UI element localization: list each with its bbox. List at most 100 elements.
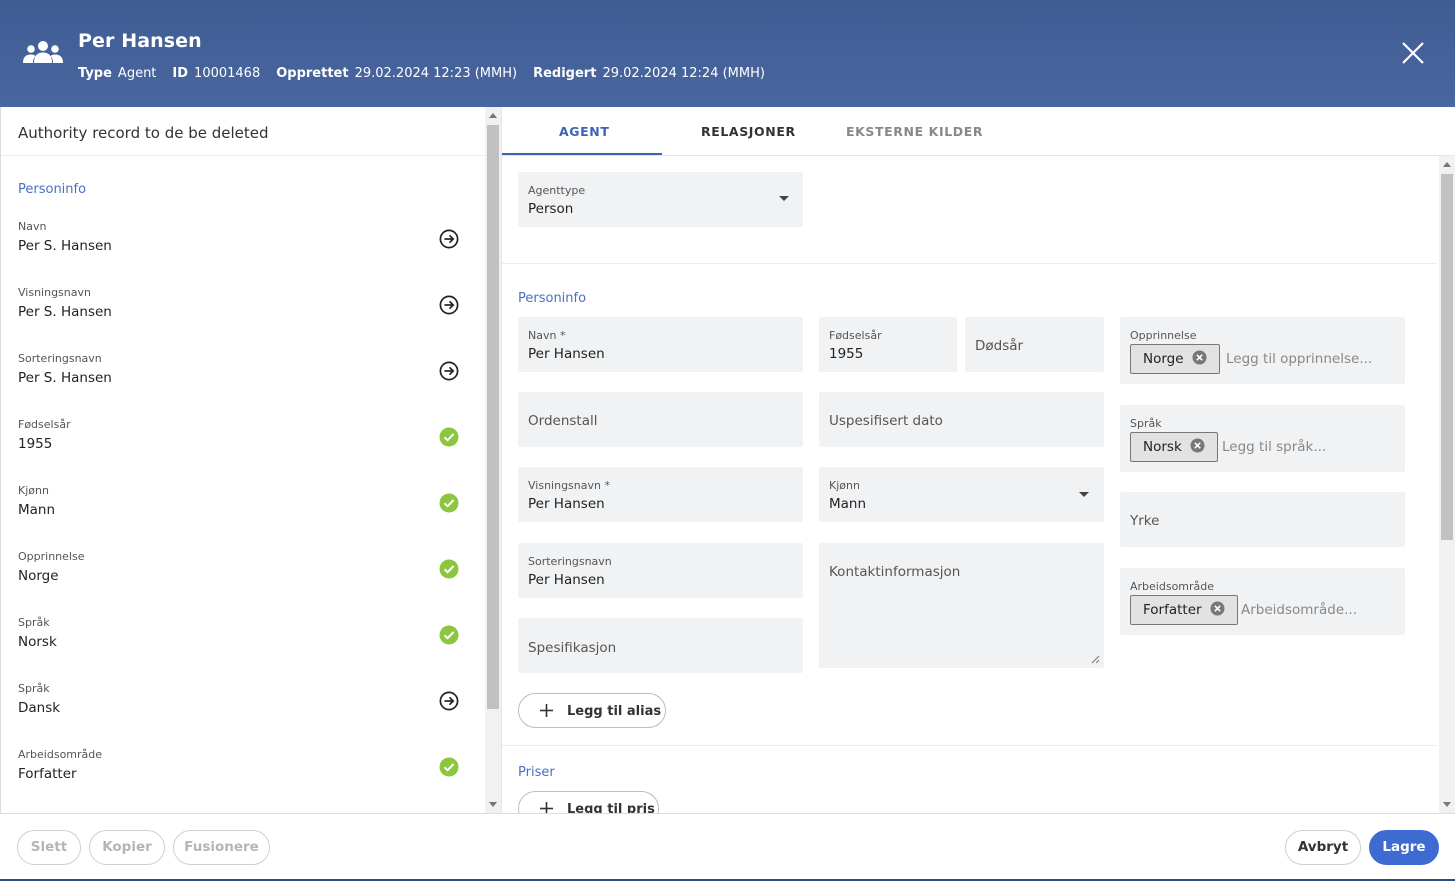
- unspecified-date-field[interactable]: Uspesifisert dato: [819, 392, 1104, 447]
- created-value: 29.02.2024 12:23 (MMH): [354, 66, 518, 81]
- remove-chip-icon[interactable]: [1210, 601, 1225, 616]
- gender-label: Kjønn: [829, 479, 860, 492]
- list-item: Kjønn Mann: [18, 484, 468, 534]
- scroll-up-arrow-icon[interactable]: [1443, 162, 1451, 167]
- delete-button[interactable]: Slett: [17, 830, 81, 865]
- specification-field[interactable]: Spesifikasjon: [518, 618, 803, 673]
- dialog-header: Per Hansen Type Agent ID 10001468 Opprettet 2…: [0, 0, 1455, 107]
- save-button[interactable]: Lagre: [1369, 830, 1439, 865]
- origin-field[interactable]: Opprinnelse Norge Legg til opprinnelse..…: [1120, 317, 1405, 384]
- language-chip-label: Norsk: [1143, 439, 1182, 455]
- work-area-chip-label: Forfatter: [1143, 602, 1202, 618]
- work-area-chip[interactable]: Forfatter: [1130, 595, 1238, 625]
- list-item-label: Arbeidsområde: [18, 748, 103, 761]
- dialog-footer: Slett Kopier Fusionere Avbryt Lagre: [0, 813, 1455, 881]
- check-circle-icon: [439, 757, 459, 777]
- display-name-field[interactable]: Visningsnavn * Per Hansen: [518, 467, 803, 522]
- birth-year-field[interactable]: Fødselsår 1955: [819, 317, 957, 372]
- left-scrollbar[interactable]: [485, 107, 501, 813]
- arrow-right-circle-icon[interactable]: [439, 691, 459, 711]
- gender-select[interactable]: Kjønn Mann: [819, 467, 1104, 522]
- specification-placeholder: Spesifikasjon: [528, 640, 617, 656]
- copy-button[interactable]: Kopier: [89, 830, 165, 865]
- arrow-right-circle-icon[interactable]: [439, 295, 459, 315]
- arrow-right-circle-icon[interactable]: [439, 361, 459, 381]
- add-alias-label: Legg til alias: [567, 704, 662, 719]
- sort-name-field[interactable]: Sorteringsnavn Per Hansen: [518, 543, 803, 598]
- birth-year-label: Fødselsår: [829, 329, 882, 342]
- list-item: Arbeidsområde Forfatter: [18, 748, 468, 798]
- tab-agent[interactable]: AGENT: [559, 124, 609, 139]
- contact-info-placeholder: Kontaktinformasjon: [829, 564, 961, 580]
- list-item-label: Språk: [18, 682, 50, 695]
- contact-info-textarea[interactable]: Kontaktinformasjon: [819, 543, 1104, 668]
- scroll-thumb[interactable]: [1441, 174, 1453, 540]
- death-year-field[interactable]: Dødsår: [965, 317, 1104, 372]
- divider: [502, 263, 1437, 264]
- list-item-label: Navn: [18, 220, 47, 233]
- right-scrollbar[interactable]: [1439, 156, 1455, 813]
- id-label: ID: [172, 66, 189, 81]
- plus-icon: [540, 802, 553, 813]
- list-item: Sorteringsnavn Per S. Hansen: [18, 352, 468, 402]
- profession-field[interactable]: Yrke: [1120, 492, 1405, 547]
- work-area-field[interactable]: Arbeidsområde Forfatter Arbeidsområde...: [1120, 568, 1405, 635]
- ordinal-field[interactable]: Ordenstall: [518, 392, 803, 447]
- language-chip[interactable]: Norsk: [1130, 432, 1218, 462]
- list-item-value: Norge: [18, 568, 59, 584]
- scroll-down-arrow-icon[interactable]: [489, 802, 497, 807]
- arrow-right-circle-icon[interactable]: [439, 229, 459, 249]
- left-panel-title: Authority record to de be deleted: [18, 124, 269, 142]
- ordinal-placeholder: Ordenstall: [528, 413, 598, 429]
- scroll-up-arrow-icon[interactable]: [489, 113, 497, 118]
- work-area-placeholder[interactable]: Arbeidsområde...: [1241, 602, 1357, 618]
- type-value: Agent: [117, 66, 157, 81]
- origin-chip-label: Norge: [1143, 351, 1184, 367]
- merge-button[interactable]: Fusionere: [173, 830, 270, 865]
- list-item-value: 1955: [18, 436, 53, 452]
- personinfo-section-title: Personinfo: [518, 291, 587, 306]
- resize-handle-icon[interactable]: [1091, 655, 1100, 664]
- add-award-button[interactable]: Legg til pris: [518, 791, 659, 813]
- list-item-label: Sorteringsnavn: [18, 352, 102, 365]
- list-item-value: Per S. Hansen: [18, 304, 112, 320]
- edited-label: Redigert: [533, 66, 597, 81]
- display-name-value: Per Hansen: [528, 496, 605, 512]
- id-value: 10001468: [194, 66, 261, 81]
- display-name-label: Visningsnavn *: [528, 479, 610, 492]
- list-item: Språk Dansk: [18, 682, 468, 732]
- tab-external-sources[interactable]: EKSTERNE KILDER: [846, 124, 983, 139]
- agenttype-select[interactable]: Agenttype Person: [518, 172, 803, 227]
- active-tab-indicator: [502, 153, 662, 155]
- remove-chip-icon[interactable]: [1190, 438, 1205, 453]
- language-field[interactable]: Språk Norsk Legg til språk...: [1120, 405, 1405, 472]
- add-award-label: Legg til pris: [567, 802, 655, 813]
- divider: [1, 155, 485, 156]
- list-item-label: Fødselsår: [18, 418, 71, 431]
- language-placeholder[interactable]: Legg til språk...: [1222, 439, 1326, 455]
- scroll-thumb[interactable]: [487, 125, 499, 709]
- tab-relations[interactable]: RELASJONER: [701, 124, 796, 139]
- name-field[interactable]: Navn * Per Hansen: [518, 317, 803, 372]
- origin-placeholder[interactable]: Legg til opprinnelse...: [1226, 351, 1372, 367]
- scroll-down-arrow-icon[interactable]: [1443, 802, 1451, 807]
- list-item-value: Norsk: [18, 634, 57, 650]
- name-label: Navn *: [528, 329, 566, 342]
- work-area-label: Arbeidsområde: [1130, 580, 1215, 593]
- people-group-icon: [23, 41, 63, 63]
- list-item-value: Per S. Hansen: [18, 370, 112, 386]
- list-item-label: Språk: [18, 616, 50, 629]
- name-value: Per Hansen: [528, 346, 605, 362]
- sort-name-label: Sorteringsnavn: [528, 555, 612, 568]
- check-circle-icon: [439, 427, 459, 447]
- right-panel: AGENT RELASJONER EKSTERNE KILDER Agentty…: [502, 107, 1455, 813]
- close-icon[interactable]: [1398, 38, 1428, 68]
- origin-chip[interactable]: Norge: [1130, 344, 1220, 374]
- profession-placeholder: Yrke: [1130, 513, 1160, 529]
- left-panel: Authority record to de be deleted Person…: [0, 107, 502, 813]
- list-item-value: Mann: [18, 502, 56, 518]
- cancel-button[interactable]: Avbryt: [1285, 830, 1361, 865]
- check-circle-icon: [439, 559, 459, 579]
- remove-chip-icon[interactable]: [1192, 350, 1207, 365]
- add-alias-button[interactable]: Legg til alias: [518, 693, 666, 728]
